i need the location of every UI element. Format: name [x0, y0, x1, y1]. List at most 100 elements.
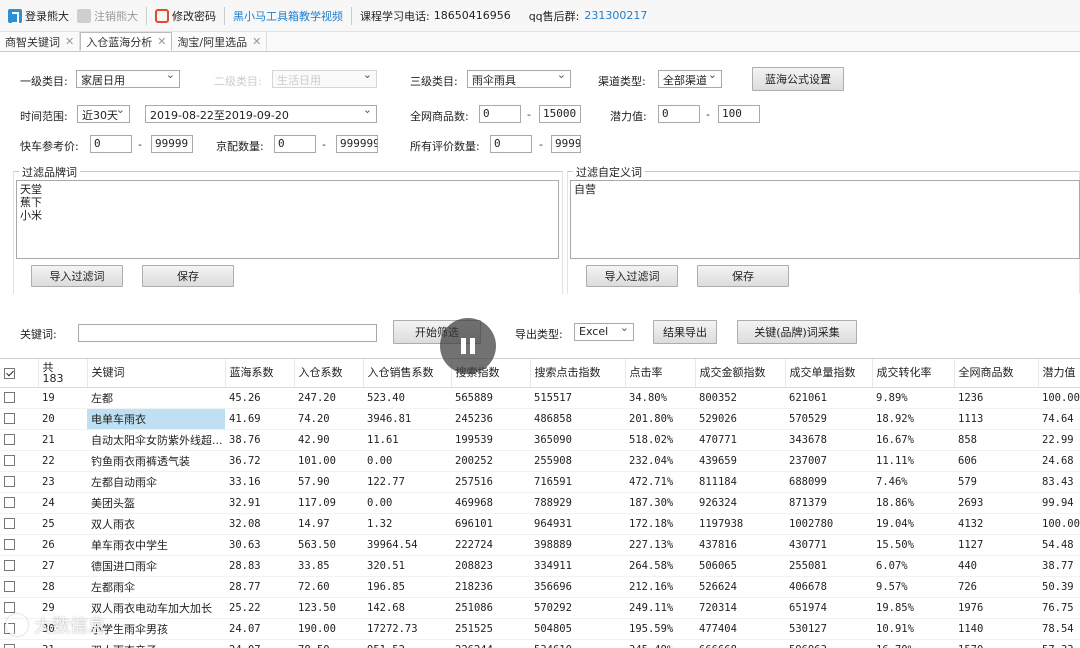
custom-filter-textarea[interactable]: 自营 — [570, 180, 1080, 259]
column-header[interactable]: 蓝海系数 — [225, 359, 295, 388]
table-row[interactable]: 25 双人雨衣 32.08 14.97 1.32 696101 964931 172.18% 1… — [0, 513, 1080, 535]
row-checkbox[interactable] — [4, 413, 15, 424]
row-checkbox[interactable] — [4, 497, 15, 508]
column-header[interactable]: 搜索点击指数 — [530, 359, 626, 388]
row-checkbox-cell[interactable] — [0, 408, 38, 430]
column-header[interactable]: 关键词 — [87, 359, 226, 388]
keyword-input[interactable] — [78, 324, 377, 342]
keyword-cell[interactable]: 德国进口雨伞 — [87, 555, 225, 577]
table-row[interactable]: 20 电单车雨衣 41.69 74.20 3946.81 245236 486858 201.… — [0, 408, 1080, 430]
export-results-button[interactable]: 结果导出 — [653, 320, 717, 344]
row-checkbox[interactable] — [4, 392, 15, 403]
brand-save-button[interactable]: 保存 — [142, 265, 234, 287]
keyword-cell[interactable]: 双人雨衣 — [87, 513, 225, 535]
column-header[interactable]: 点击率 — [625, 359, 696, 388]
table-row[interactable]: 23 左都自动雨伞 33.16 57.90 122.77 257516 716591 472.… — [0, 471, 1080, 493]
row-checkbox-cell[interactable] — [0, 576, 38, 598]
select-all-checkbox[interactable] — [4, 367, 15, 379]
keyword-cell[interactable]: 小学生雨伞男孩 — [87, 618, 225, 640]
close-icon[interactable]: ✕ — [157, 35, 166, 48]
column-header[interactable]: 潜力值 — [1038, 359, 1080, 388]
cat2-select[interactable]: 生活日用 — [272, 70, 377, 88]
pause-icon[interactable] — [440, 318, 496, 374]
keyword-cell[interactable]: 单车雨衣中学生 — [87, 534, 225, 556]
keyword-cell[interactable]: 电单车雨衣 — [87, 408, 225, 430]
time-range-select[interactable]: 近30天 — [77, 105, 130, 123]
select-all-cell[interactable] — [0, 359, 39, 388]
row-checkbox-cell[interactable] — [0, 450, 38, 472]
table-row[interactable]: 27 德国进口雨伞 28.83 33.85 320.51 208823 334911 264.… — [0, 555, 1080, 577]
row-checkbox-cell[interactable] — [0, 555, 38, 577]
jd-count-min-input[interactable]: 0 — [274, 135, 316, 153]
table-row[interactable]: 29 双人雨衣电动车加大加长 25.22 123.50 142.68 251086 5702… — [0, 597, 1080, 619]
table-row[interactable]: 24 美团头盔 32.91 117.09 0.00 469968 788929 187.30%… — [0, 492, 1080, 514]
custom-save-button[interactable]: 保存 — [697, 265, 789, 287]
column-header[interactable]: 成交单量指数 — [785, 359, 873, 388]
keyword-cell[interactable]: 自动太阳伞女防紫外线超... — [87, 429, 225, 451]
tab-taobao[interactable]: 淘宝/阿里选品 ✕ — [172, 32, 268, 51]
keyword-cell[interactable]: 左都自动雨伞 — [87, 471, 225, 493]
change-password-button[interactable]: 修改密码 — [151, 5, 220, 27]
close-icon[interactable]: ✕ — [65, 35, 74, 48]
logout-button[interactable]: 注销熊大 — [73, 5, 142, 27]
brand-import-button[interactable]: 导入过滤词 — [31, 265, 123, 287]
export-type-select[interactable]: Excel — [574, 323, 634, 341]
row-checkbox[interactable] — [4, 476, 15, 487]
tab-keywords[interactable]: 商智关键词 ✕ — [0, 32, 81, 51]
cat1-select[interactable]: 家居日用 — [76, 70, 180, 88]
cat3-select[interactable]: 雨伞雨具 — [467, 70, 571, 88]
qq-number[interactable]: 231300217 — [584, 9, 647, 22]
date-range-select[interactable]: 2019-08-22至2019-09-20 — [145, 105, 377, 123]
login-button[interactable]: 登录熊大 — [4, 5, 73, 27]
brand-filter-textarea[interactable]: 天堂 蕉下 小米 — [16, 180, 559, 259]
keyword-cell[interactable]: 左都雨伞 — [87, 576, 225, 598]
table-row[interactable]: 28 左都雨伞 28.77 72.60 196.85 218236 356696 212.16… — [0, 576, 1080, 598]
keyword-cell[interactable]: 美团头盔 — [87, 492, 225, 514]
reviews-max-input[interactable]: 9999999 — [551, 135, 581, 153]
table-row[interactable]: 19 左都 45.26 247.20 523.40 565889 515517 34.80% 8… — [0, 387, 1080, 409]
potential-min-input[interactable]: 0 — [658, 105, 700, 123]
row-checkbox-cell[interactable] — [0, 492, 38, 514]
jd-count-max-input[interactable]: 999999 — [336, 135, 378, 153]
table-row[interactable]: 22 钓鱼雨衣雨裤透气装 36.72 101.00 0.00 200252 255908 23… — [0, 450, 1080, 472]
row-checkbox[interactable] — [4, 539, 15, 550]
channel-select[interactable]: 全部渠道 — [658, 70, 722, 88]
tab-blue-ocean[interactable]: 入仓蓝海分析 ✕ — [80, 32, 173, 51]
keyword-cell[interactable]: 左都 — [87, 387, 225, 409]
collect-keywords-button[interactable]: 关键(品牌)词采集 — [737, 320, 857, 344]
column-header[interactable]: 全网商品数 — [954, 359, 1039, 388]
row-checkbox[interactable] — [4, 560, 15, 571]
row-checkbox[interactable] — [4, 455, 15, 466]
video-link[interactable]: 黑小马工具箱教学视频 — [229, 5, 347, 27]
row-checkbox-cell[interactable] — [0, 513, 38, 535]
total-goods-min-input[interactable]: 0 — [479, 105, 521, 123]
column-header[interactable]: 成交转化率 — [872, 359, 955, 388]
keyword-cell[interactable]: 双人雨衣亲子 — [87, 639, 225, 648]
table-row[interactable]: 30 小学生雨伞男孩 24.07 190.00 17272.73 251525 504805… — [0, 618, 1080, 640]
table-row[interactable]: 26 单车雨衣中学生 30.63 563.50 39964.54 222724 398889… — [0, 534, 1080, 556]
price-min-input[interactable]: 0 — [90, 135, 132, 153]
row-checkbox-cell[interactable] — [0, 429, 38, 451]
price-max-input[interactable]: 99999 — [151, 135, 193, 153]
potential-max-input[interactable]: 100 — [718, 105, 760, 123]
row-checkbox-cell[interactable] — [0, 639, 38, 648]
custom-import-button[interactable]: 导入过滤词 — [586, 265, 678, 287]
row-checkbox[interactable] — [4, 518, 15, 529]
row-checkbox[interactable] — [4, 581, 15, 592]
row-checkbox[interactable] — [4, 434, 15, 445]
column-header[interactable]: 入仓销售系数 — [363, 359, 452, 388]
table-row[interactable]: 21 自动太阳伞女防紫外线超... 38.76 42.90 11.61 199539 365… — [0, 429, 1080, 451]
column-header[interactable]: 成交金额指数 — [695, 359, 786, 388]
column-header[interactable]: 入仓系数 — [294, 359, 364, 388]
keyword-cell[interactable]: 钓鱼雨衣雨裤透气装 — [87, 450, 225, 472]
row-checkbox-cell[interactable] — [0, 534, 38, 556]
table-row[interactable]: 31双人雨衣亲子24.0778.50951.52226244534610345.… — [0, 639, 1080, 648]
formula-settings-button[interactable]: 蓝海公式设置 — [752, 67, 844, 91]
total-goods-max-input[interactable]: 15000 — [539, 105, 581, 123]
keyword-cell[interactable]: 双人雨衣电动车加大加长 — [87, 597, 225, 619]
reviews-min-input[interactable]: 0 — [490, 135, 532, 153]
row-checkbox[interactable] — [4, 644, 15, 648]
close-icon[interactable]: ✕ — [252, 35, 261, 48]
row-checkbox-cell[interactable] — [0, 471, 38, 493]
row-checkbox-cell[interactable] — [0, 387, 38, 409]
